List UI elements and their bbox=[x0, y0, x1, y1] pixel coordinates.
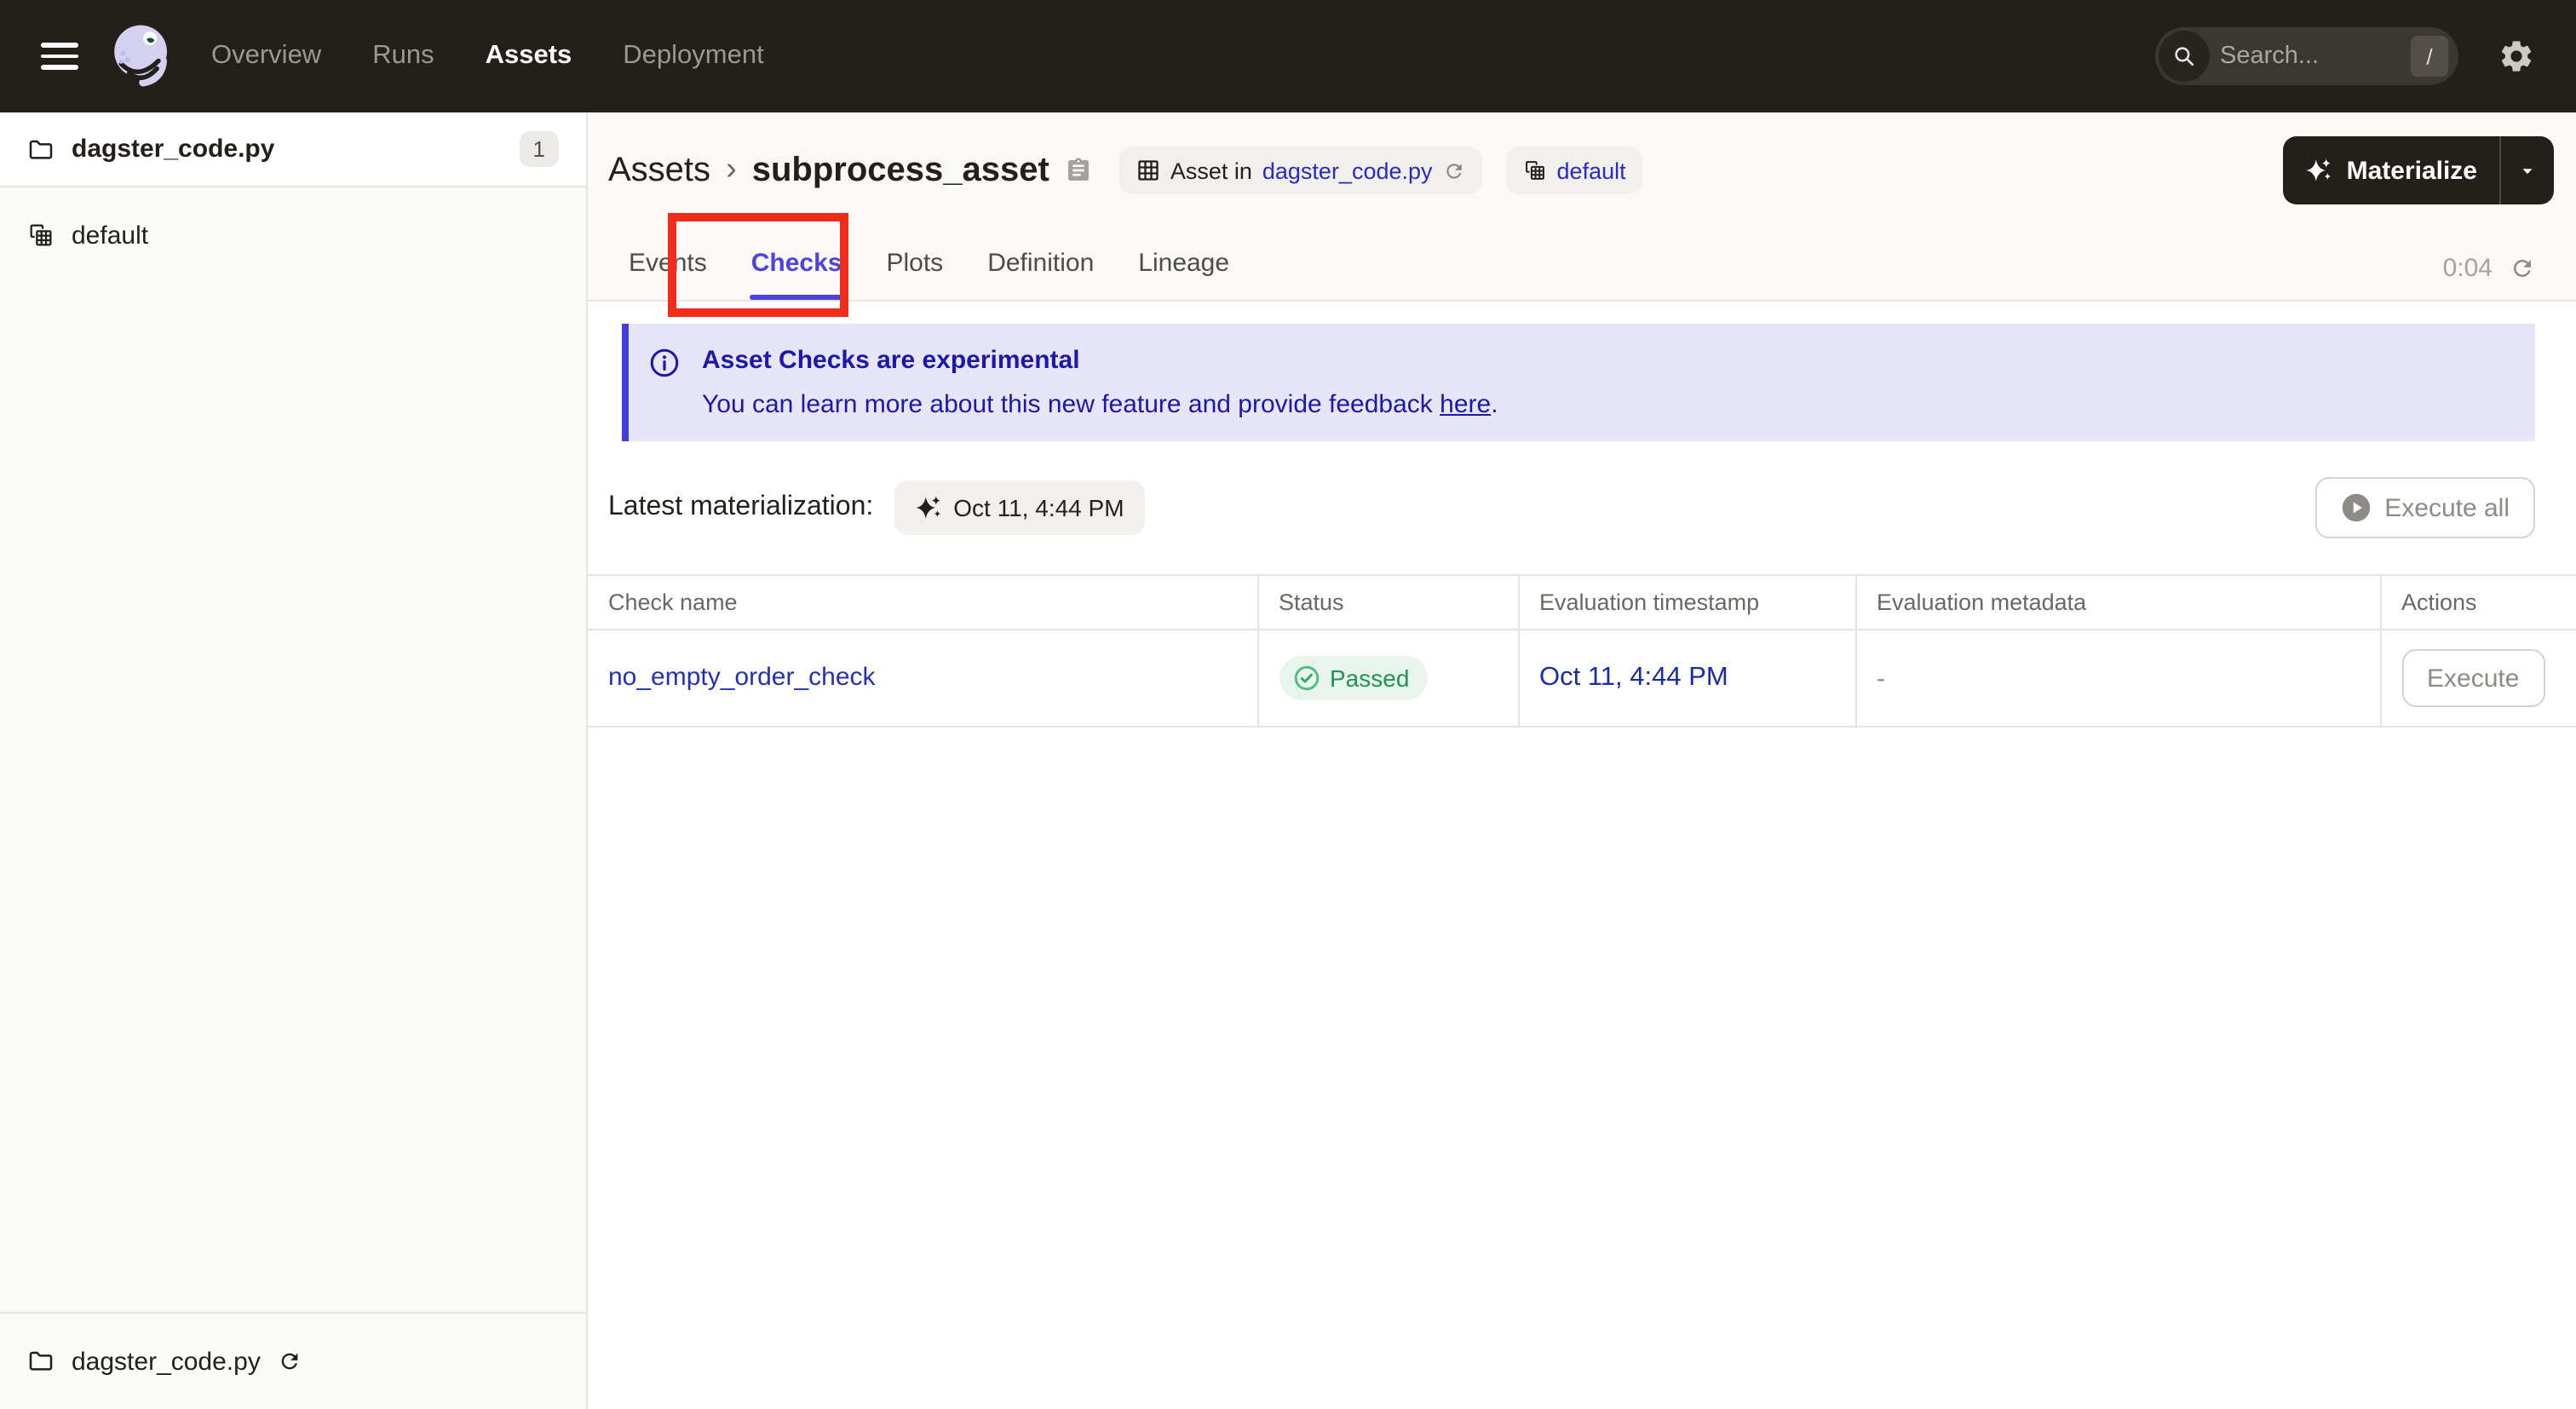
table-row: no_empty_order_check Passed Oct 11, 4:44… bbox=[588, 630, 2576, 728]
banner-body: You can learn more about this new featur… bbox=[702, 390, 1498, 419]
group-badge: default bbox=[1505, 147, 1643, 194]
hamburger-menu-icon[interactable] bbox=[41, 43, 78, 70]
reload-icon[interactable] bbox=[278, 1349, 302, 1373]
code-location-link[interactable]: dagster_code.py bbox=[1262, 158, 1433, 183]
asset-location-badge: Asset in dagster_code.py bbox=[1118, 147, 1482, 194]
execute-all-button[interactable]: Execute all bbox=[2314, 477, 2535, 538]
checks-content: Asset Checks are experimental You can le… bbox=[588, 302, 2576, 1409]
page-title: subprocess_asset bbox=[751, 151, 1049, 188]
group-grid-icon bbox=[1525, 161, 1544, 180]
dagster-logo[interactable] bbox=[107, 19, 175, 94]
tab-lineage[interactable]: Lineage bbox=[1136, 249, 1231, 300]
nav-deployment[interactable]: Deployment bbox=[623, 41, 763, 72]
breadcrumb-assets-link[interactable]: Assets bbox=[608, 151, 710, 190]
sidebar-footer-label: dagster_code.py bbox=[72, 1347, 261, 1376]
execute-all-label: Execute all bbox=[2384, 493, 2510, 522]
nav-assets[interactable]: Assets bbox=[486, 41, 572, 72]
search-icon bbox=[2159, 31, 2210, 82]
asset-header: Assets › subprocess_asset Asset in dagst… bbox=[588, 112, 2576, 302]
column-check-name: Check name bbox=[588, 575, 1258, 630]
info-icon bbox=[650, 348, 679, 377]
sidebar-item-label: default bbox=[72, 221, 149, 250]
materialize-split-button: Materialize bbox=[2283, 136, 2554, 204]
play-circle-icon bbox=[2342, 493, 2370, 522]
execute-button[interactable]: Execute bbox=[2401, 649, 2545, 707]
sidebar-item-label: dagster_code.py bbox=[72, 135, 275, 164]
sidebar-footer-code-location[interactable]: dagster_code.py bbox=[0, 1312, 586, 1409]
banner-title: Asset Checks are experimental bbox=[702, 346, 1080, 375]
folder-icon bbox=[29, 1351, 53, 1371]
refresh-timer: 0:04 bbox=[2442, 254, 2493, 283]
copy-icon[interactable] bbox=[1065, 157, 1092, 184]
breadcrumb: Assets › subprocess_asset Asset in dagst… bbox=[608, 136, 2554, 204]
asset-badge-prefix: Asset in bbox=[1170, 158, 1252, 183]
search-shortcut-key: / bbox=[2411, 36, 2448, 77]
banner-period: . bbox=[1491, 390, 1498, 419]
column-evaluation-timestamp: Evaluation timestamp bbox=[1518, 575, 1856, 630]
caret-down-icon bbox=[2522, 168, 2533, 174]
table-header-row: Check name Status Evaluation timestamp E… bbox=[588, 575, 2576, 630]
column-actions: Actions bbox=[2380, 575, 2576, 630]
check-circle-icon bbox=[1293, 665, 1319, 691]
tab-plots[interactable]: Plots bbox=[884, 249, 945, 300]
evaluation-timestamp-link[interactable]: Oct 11, 4:44 PM bbox=[1539, 663, 1728, 692]
asset-count-badge: 1 bbox=[519, 131, 559, 167]
tab-definition[interactable]: Definition bbox=[986, 249, 1095, 300]
breadcrumb-separator: › bbox=[726, 152, 737, 187]
folder-icon bbox=[29, 139, 53, 158]
column-evaluation-metadata: Evaluation metadata bbox=[1855, 575, 2381, 630]
tab-checks[interactable]: Checks bbox=[749, 249, 845, 300]
latest-materialization-label: Latest materialization: bbox=[608, 492, 874, 521]
top-navigation-bar: Overview Runs Assets Deployment / bbox=[0, 0, 2576, 112]
latest-materialization-row: Latest materialization: Oct 11, 4:44 PM bbox=[588, 441, 2576, 574]
reload-icon[interactable] bbox=[1443, 159, 1465, 181]
evaluation-metadata-value: - bbox=[1855, 630, 2381, 728]
search-box[interactable]: / bbox=[2155, 27, 2458, 85]
banner-body-text: You can learn more about this new featur… bbox=[702, 390, 1440, 419]
materialize-label: Materialize bbox=[2346, 156, 2477, 185]
asset-groups-sidebar: dagster_code.py 1 default dagster_code.p… bbox=[0, 112, 588, 1409]
checks-table: Check name Status Evaluation timestamp E… bbox=[588, 574, 2576, 728]
materialize-button[interactable]: Materialize bbox=[2284, 136, 2499, 204]
group-link[interactable]: default bbox=[1557, 158, 1626, 183]
sidebar-item-dagster-code[interactable]: dagster_code.py 1 bbox=[0, 112, 586, 187]
search-input[interactable] bbox=[2210, 43, 2411, 70]
main-nav: Overview Runs Assets Deployment bbox=[211, 41, 764, 72]
latest-materialization-chip[interactable]: Oct 11, 4:44 PM bbox=[894, 480, 1145, 535]
experimental-banner: Asset Checks are experimental You can le… bbox=[622, 324, 2535, 441]
refresh-icon[interactable] bbox=[2510, 256, 2535, 281]
feedback-link[interactable]: here bbox=[1440, 390, 1491, 419]
app-root: Overview Runs Assets Deployment / dagste… bbox=[0, 0, 2576, 1409]
gear-icon[interactable] bbox=[2498, 37, 2535, 75]
nav-overview[interactable]: Overview bbox=[211, 41, 321, 72]
sparkle-icon bbox=[915, 496, 940, 519]
sidebar-item-default-group[interactable]: default bbox=[0, 204, 586, 266]
materialize-dropdown-button[interactable] bbox=[2501, 136, 2554, 204]
status-badge: Passed bbox=[1279, 656, 1429, 700]
status-label: Passed bbox=[1330, 664, 1410, 692]
check-name-link[interactable]: no_empty_order_check bbox=[608, 663, 876, 692]
sparkle-icon bbox=[2307, 158, 2332, 181]
nav-runs[interactable]: Runs bbox=[372, 41, 434, 72]
tab-events[interactable]: Events bbox=[627, 249, 709, 300]
latest-materialization-timestamp: Oct 11, 4:44 PM bbox=[953, 494, 1124, 521]
asset-grid-icon bbox=[1138, 160, 1159, 181]
asset-tabs: Events Checks Plots Definition Lineage 0… bbox=[608, 204, 2554, 300]
asset-group-icon bbox=[30, 224, 52, 246]
column-status: Status bbox=[1257, 575, 1519, 630]
main-panel: Assets › subprocess_asset Asset in dagst… bbox=[588, 112, 2576, 1409]
